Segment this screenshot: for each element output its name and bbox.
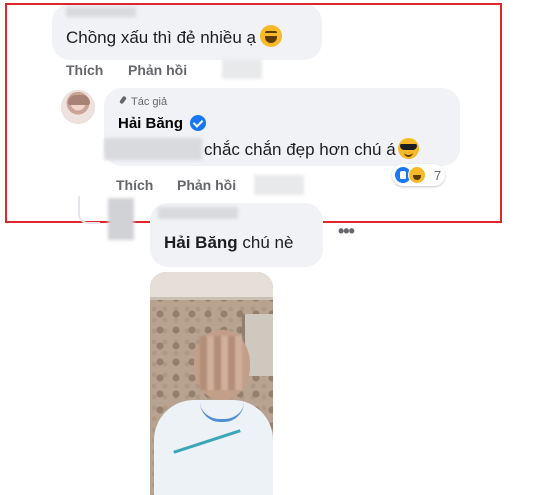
reply-thread-line — [78, 196, 100, 224]
blurred-avatar — [108, 198, 134, 240]
more-dots-icon[interactable]: ••• — [338, 222, 355, 240]
attached-photo[interactable] — [150, 272, 273, 495]
photo-ceiling — [150, 272, 273, 300]
photo-pixelated-face — [200, 336, 242, 390]
comment-bubble-3: Hải Băng chú nè — [150, 203, 323, 267]
mention-tag[interactable]: Hải Băng — [164, 233, 238, 252]
comment-3-text: chú nè — [242, 233, 294, 252]
comment-3-text-row: Hải Băng chú nè — [164, 233, 293, 253]
highlight-frame — [5, 3, 502, 223]
blurred-author-name — [158, 207, 238, 219]
